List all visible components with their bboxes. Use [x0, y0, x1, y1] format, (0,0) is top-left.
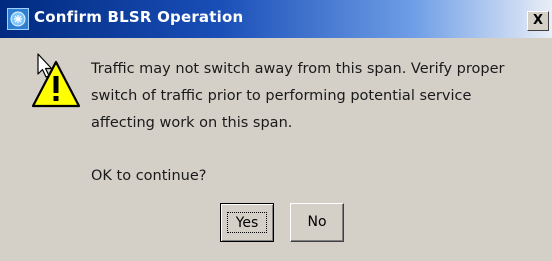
close-icon: X [532, 13, 544, 28]
close-button[interactable]: X [527, 11, 549, 31]
message-text: Traffic may not switch away from this sp… [91, 56, 536, 137]
confirm-dialog: Confirm BLSR Operation X Traffic may not… [0, 0, 552, 261]
java-app-icon [7, 8, 29, 30]
yes-button[interactable]: Yes [220, 203, 274, 242]
title-bar[interactable]: Confirm BLSR Operation X [0, 0, 552, 38]
yes-button-label: Yes [227, 212, 267, 233]
message-paragraph: Traffic may not switch away from this sp… [91, 61, 505, 131]
prompt-text: OK to continue? [91, 168, 207, 184]
window-title: Confirm BLSR Operation [34, 8, 244, 26]
no-button[interactable]: No [290, 203, 344, 242]
warning-icon [31, 53, 81, 108]
